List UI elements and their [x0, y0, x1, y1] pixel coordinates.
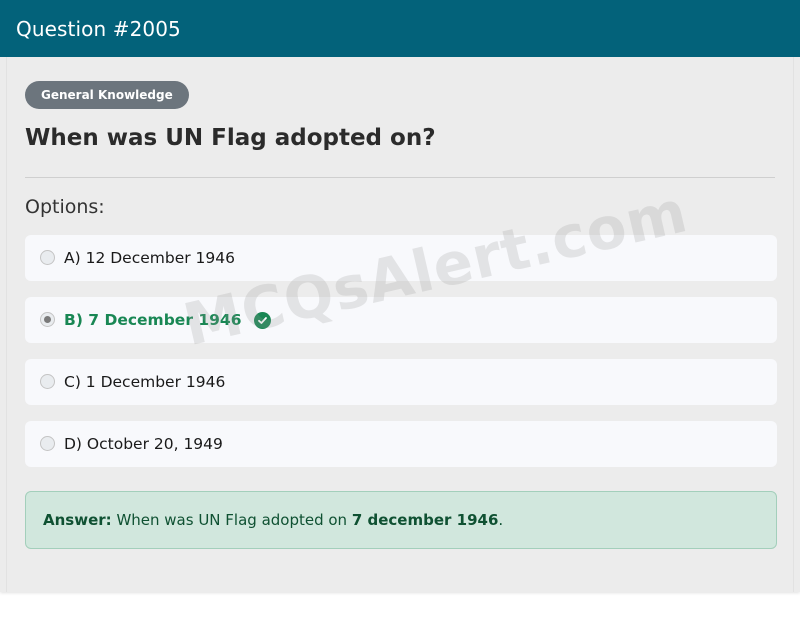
- divider: [25, 177, 775, 178]
- question-text: When was UN Flag adopted on?: [25, 125, 436, 151]
- question-card: Question #2005 General Knowledge When wa…: [0, 0, 800, 592]
- answer-prefix: Answer:: [43, 511, 112, 529]
- option-c-radio[interactable]: [40, 373, 55, 389]
- option-b[interactable]: B) 7 December 1946: [25, 297, 777, 343]
- check-circle-icon: [253, 311, 271, 329]
- option-b-label: B) 7 December 1946: [64, 311, 242, 329]
- answer-suffix: .: [498, 511, 504, 529]
- answer-box: Answer: When was UN Flag adopted on 7 de…: [25, 491, 777, 549]
- question-number: Question #2005: [16, 16, 181, 41]
- option-d-label: D) October 20, 1949: [64, 435, 223, 453]
- category-badge[interactable]: General Knowledge: [25, 81, 189, 109]
- option-b-radio[interactable]: [40, 311, 55, 327]
- answer-value: 7 december 1946: [351, 511, 499, 529]
- question-body: General Knowledge When was UN Flag adopt…: [6, 57, 794, 592]
- option-c[interactable]: C) 1 December 1946: [25, 359, 777, 405]
- option-a-label: A) 12 December 1946: [64, 249, 235, 267]
- option-a-radio[interactable]: [40, 249, 55, 265]
- options-label: Options:: [25, 196, 105, 218]
- option-c-label: C) 1 December 1946: [64, 373, 226, 391]
- option-a[interactable]: A) 12 December 1946: [25, 235, 777, 281]
- option-d[interactable]: D) October 20, 1949: [25, 421, 777, 467]
- question-header: Question #2005: [0, 0, 800, 57]
- answer-text: When was UN Flag adopted on: [116, 511, 348, 529]
- option-d-radio[interactable]: [40, 435, 55, 451]
